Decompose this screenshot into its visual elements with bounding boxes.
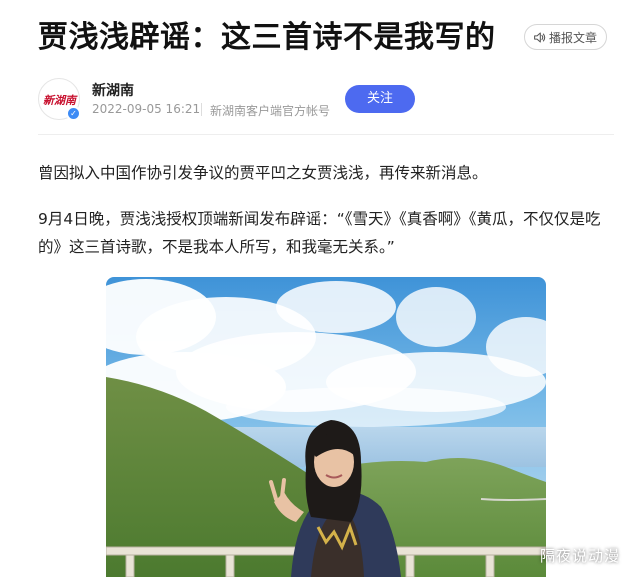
photo-scene — [106, 277, 546, 577]
article-page: 贾浅浅辟谣：这三首诗不是我写的 播报文章 新湖南 ✓ 新湖南 2022-09-0… — [0, 0, 640, 577]
listen-article-label: 播报文章 — [549, 30, 598, 45]
header-divider — [38, 134, 614, 135]
author-name[interactable]: 新湖南 — [92, 80, 134, 100]
article-photo[interactable] — [106, 277, 546, 577]
verified-badge-icon: ✓ — [66, 106, 81, 121]
account-description: 新湖南客户端官方帐号 — [210, 104, 331, 118]
listen-article-button[interactable]: 播报文章 — [524, 24, 608, 50]
image-watermark: 隔夜说动漫 — [540, 547, 621, 565]
title-row: 贾浅浅辟谣：这三首诗不是我写的 播报文章 — [38, 14, 608, 64]
follow-button[interactable]: 关注 — [345, 85, 415, 113]
publish-time: 2022-09-05 16:21 — [92, 102, 201, 116]
article-paragraph-2: 9月4日晚，贾浅浅授权顶端新闻发布辟谣：“《雪天》《真香啊》《黄瓜，不仅仅是吃的… — [38, 210, 601, 256]
author-row: 新湖南 ✓ 新湖南 2022-09-05 16:21 新湖南客户端官方帐号 关注 — [38, 78, 608, 124]
meta-divider — [201, 103, 202, 116]
article-paragraph-1: 曾因拟入中国作协引发争议的贾平凹之女贾浅浅，再传来新消息。 — [38, 164, 488, 182]
speaker-icon — [534, 32, 546, 42]
article-title: 贾浅浅辟谣：这三首诗不是我写的 — [38, 20, 496, 55]
road — [480, 498, 546, 501]
